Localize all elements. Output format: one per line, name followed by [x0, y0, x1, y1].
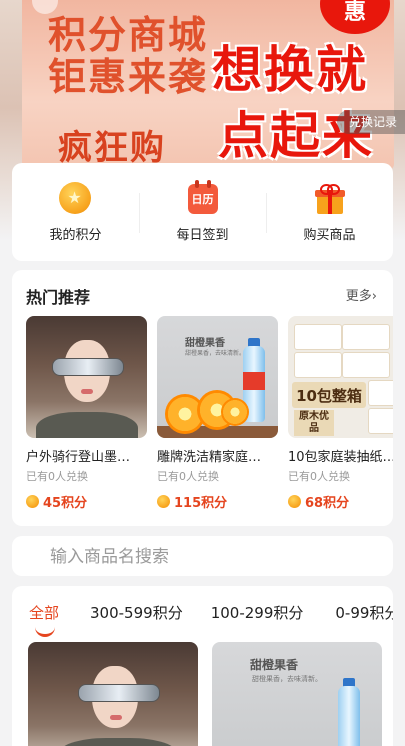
product-exchanged-count: 已有0人兑换 — [26, 470, 88, 483]
tab-all[interactable]: 全部 — [29, 602, 59, 623]
banner-badge: 惠 — [320, 0, 390, 34]
calendar-icon: 日历 — [186, 179, 220, 216]
exchange-record-button[interactable]: 兑换记录 — [336, 110, 405, 134]
quick-actions: ★ 我的积分 日历 每日签到 购买商品 — [12, 163, 393, 261]
more-link[interactable]: 更多› — [346, 285, 377, 304]
more-label: 更多 — [345, 289, 372, 304]
banner-slogan-1: 想换就 — [212, 41, 368, 99]
product-price: 115积分 — [157, 492, 278, 511]
grid-product-card[interactable] — [28, 642, 198, 746]
product-name: 雕牌洗洁精家庭… — [157, 450, 262, 465]
coin-icon — [288, 495, 301, 508]
buy-goods-button[interactable]: 购买商品 — [266, 163, 393, 261]
product-grid: 甜橙果香 甜橙果香，去味清新。 — [28, 642, 382, 746]
coin-icon — [157, 495, 170, 508]
product-name: 户外骑行登山墨… — [26, 450, 131, 465]
hot-product-list: 户外骑行登山墨… 已有0人兑换 45积分 甜橙果香 甜橙果香，去味清新。 雕牌洗… — [26, 316, 393, 511]
product-image-dish-soap: 甜橙果香 甜橙果香，去味清新。 — [157, 316, 278, 438]
my-points-label: 我的积分 — [49, 227, 102, 243]
banner-title-3: 疯狂购 — [58, 128, 166, 168]
active-tab-indicator — [35, 626, 55, 637]
daily-checkin-button[interactable]: 日历 每日签到 — [139, 163, 266, 261]
product-filter-section: 全部 300-599积分 100-299积分 0-99积分 甜橙果香 甜橙果香，… — [12, 586, 393, 746]
gift-icon — [313, 182, 347, 216]
product-exchanged-count: 已有0人兑换 — [288, 470, 350, 483]
product-price: 45积分 — [26, 492, 147, 511]
tab-300-599[interactable]: 300-599积分 — [90, 602, 183, 623]
product-card[interactable]: 户外骑行登山墨… 已有0人兑换 45积分 — [26, 316, 147, 511]
buy-goods-label: 购买商品 — [303, 227, 356, 243]
daily-checkin-label: 每日签到 — [176, 227, 229, 243]
product-card[interactable]: 10包整箱 原木优品 10包家庭装抽纸… 已有0人兑换 68积分 — [288, 316, 393, 511]
search-bar — [12, 536, 393, 578]
tab-0-99[interactable]: 0-99积分 — [335, 602, 393, 623]
product-exchanged-count: 已有0人兑换 — [157, 470, 219, 483]
price-range-tabs: 全部 300-599积分 100-299积分 0-99积分 — [12, 602, 393, 623]
chevron-right-icon: › — [371, 289, 377, 304]
coin-icon: ★ — [58, 181, 93, 216]
search-input[interactable] — [48, 536, 372, 578]
tab-100-299[interactable]: 100-299积分 — [211, 602, 304, 623]
grid-product-card[interactable]: 甜橙果香 甜橙果香，去味清新。 — [212, 642, 382, 746]
banner-poster: 积分商城 钜惠来袭 疯狂购 惠 想换就 点起来 — [22, 0, 394, 170]
hot-recommend-section: 热门推荐 更多› 户外骑行登山墨… 已有0人兑换 45积分 甜橙果香 甜橙果香，… — [12, 270, 393, 526]
product-image-tissue: 10包整箱 原木优品 — [288, 316, 393, 438]
banner-title-2: 钜惠来袭 — [48, 55, 209, 99]
product-name: 10包家庭装抽纸… — [288, 450, 393, 465]
product-price: 68积分 — [288, 492, 393, 511]
my-points-button[interactable]: ★ 我的积分 — [12, 163, 139, 261]
coin-icon — [26, 495, 39, 508]
section-title: 热门推荐 — [26, 288, 91, 307]
product-image-sunglasses — [26, 316, 147, 438]
product-card[interactable]: 甜橙果香 甜橙果香，去味清新。 雕牌洗洁精家庭… 已有0人兑换 115积分 — [157, 316, 278, 511]
